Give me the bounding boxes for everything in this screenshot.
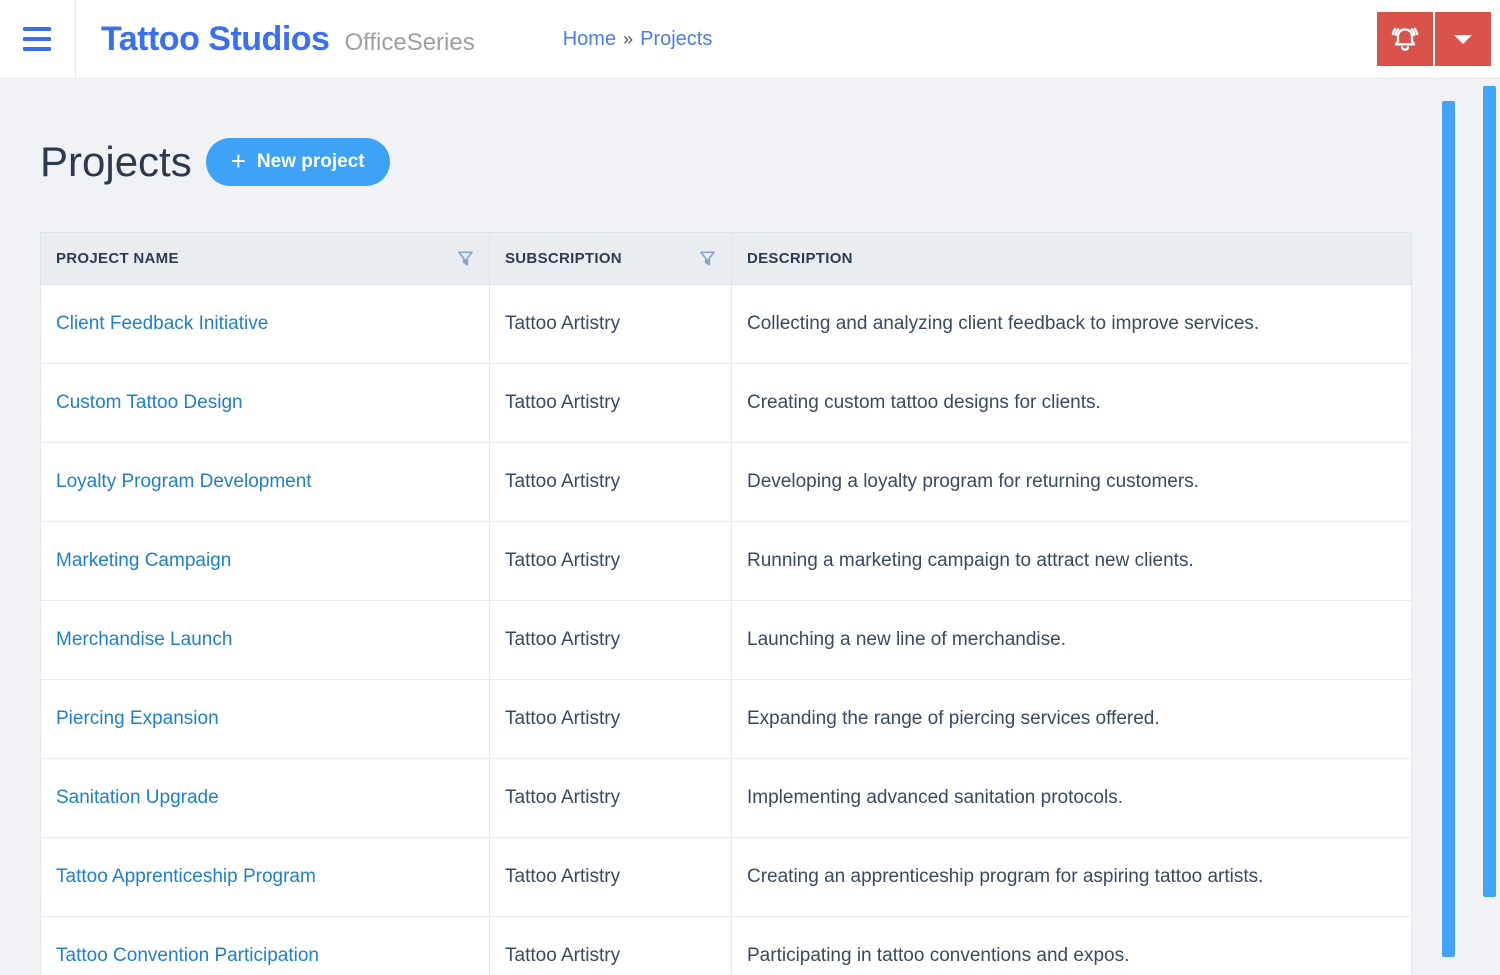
page-head: Projects + New project xyxy=(40,137,1500,186)
table-row: Client Feedback Initiative Tattoo Artist… xyxy=(40,284,1412,364)
plus-icon: + xyxy=(230,145,246,176)
subscription-cell: Tattoo Artistry xyxy=(489,442,732,522)
project-link[interactable]: Sanitation Upgrade xyxy=(56,787,219,808)
table-row: Custom Tattoo Design Tattoo Artistry Cre… xyxy=(40,363,1412,443)
projects-table: PROJECT NAME SUBSCRIPTION DESCRIPTION Cl… xyxy=(40,232,1412,975)
new-project-button[interactable]: + New project xyxy=(205,137,390,186)
project-name-cell: Piercing Expansion xyxy=(40,679,490,759)
description-value: Expanding the range of piercing services… xyxy=(747,708,1160,729)
description-value: Developing a loyalty program for returni… xyxy=(747,471,1199,492)
project-link[interactable]: Client Feedback Initiative xyxy=(56,313,268,334)
description-cell: Running a marketing campaign to attract … xyxy=(731,521,1412,601)
app-header: Tattoo Studios OfficeSeries Home » Proje… xyxy=(0,0,1500,79)
breadcrumb: Home » Projects xyxy=(563,28,713,51)
description-cell: Developing a loyalty program for returni… xyxy=(731,442,1412,522)
subscription-value: Tattoo Artistry xyxy=(505,313,621,334)
subscription-value: Tattoo Artistry xyxy=(505,866,621,887)
project-link[interactable]: Piercing Expansion xyxy=(56,708,219,729)
project-name-cell: Marketing Campaign xyxy=(40,521,490,601)
main-content: Projects + New project PROJECT NAME SUBS… xyxy=(0,137,1500,975)
table-body: Client Feedback Initiative Tattoo Artist… xyxy=(40,284,1412,975)
notifications-button[interactable] xyxy=(1377,12,1433,66)
hamburger-icon xyxy=(23,27,51,31)
project-name-cell: Tattoo Convention Participation xyxy=(40,916,490,975)
breadcrumb-separator: » xyxy=(623,28,634,49)
table-row: Tattoo Apprenticeship Program Tattoo Art… xyxy=(40,837,1412,917)
description-value: Participating in tattoo conventions and … xyxy=(747,945,1130,966)
subscription-value: Tattoo Artistry xyxy=(505,550,621,571)
description-cell: Implementing advanced sanitation protoco… xyxy=(731,758,1412,838)
project-link[interactable]: Loyalty Program Development xyxy=(56,471,312,492)
subscription-value: Tattoo Artistry xyxy=(505,787,621,808)
breadcrumb-home-link[interactable]: Home xyxy=(563,28,616,51)
subscription-cell: Tattoo Artistry xyxy=(489,758,732,838)
project-link[interactable]: Tattoo Apprenticeship Program xyxy=(56,866,316,887)
column-header-description: DESCRIPTION xyxy=(731,232,1412,285)
subscription-cell: Tattoo Artistry xyxy=(489,363,732,443)
breadcrumb-current-link[interactable]: Projects xyxy=(640,28,712,51)
description-cell: Launching a new line of merchandise. xyxy=(731,600,1412,680)
project-name-cell: Sanitation Upgrade xyxy=(40,758,490,838)
subscription-cell: Tattoo Artistry xyxy=(489,521,732,601)
project-link[interactable]: Marketing Campaign xyxy=(56,550,231,571)
project-name-cell: Custom Tattoo Design xyxy=(40,363,490,443)
subscription-value: Tattoo Artistry xyxy=(505,629,621,650)
filter-icon[interactable] xyxy=(699,250,716,267)
description-cell: Expanding the range of piercing services… xyxy=(731,679,1412,759)
suite-label: OfficeSeries xyxy=(344,28,475,56)
project-name-cell: Loyalty Program Development xyxy=(40,442,490,522)
project-name-cell: Tattoo Apprenticeship Program xyxy=(40,837,490,917)
subscription-value: Tattoo Artistry xyxy=(505,708,621,729)
content-scrollbar[interactable] xyxy=(1442,101,1455,957)
subscription-value: Tattoo Artistry xyxy=(505,392,621,413)
subscription-value: Tattoo Artistry xyxy=(505,945,621,966)
account-menu-button[interactable] xyxy=(1435,12,1491,66)
project-link[interactable]: Custom Tattoo Design xyxy=(56,392,243,413)
subscription-cell: Tattoo Artistry xyxy=(489,679,732,759)
brand-title[interactable]: Tattoo Studios xyxy=(101,20,330,59)
table-row: Sanitation Upgrade Tattoo Artistry Imple… xyxy=(40,758,1412,838)
table-row: Tattoo Convention Participation Tattoo A… xyxy=(40,916,1412,975)
column-header-subscription[interactable]: SUBSCRIPTION xyxy=(489,232,732,285)
description-value: Implementing advanced sanitation protoco… xyxy=(747,787,1124,808)
description-value: Running a marketing campaign to attract … xyxy=(747,550,1194,571)
description-cell: Collecting and analyzing client feedback… xyxy=(731,284,1412,364)
project-link[interactable]: Merchandise Launch xyxy=(56,629,232,650)
page-scrollbar[interactable] xyxy=(1483,86,1496,897)
filter-icon[interactable] xyxy=(457,250,474,267)
table-row: Loyalty Program Development Tattoo Artis… xyxy=(40,442,1412,522)
bell-icon xyxy=(1391,27,1419,51)
menu-button[interactable] xyxy=(23,23,51,55)
caret-down-icon xyxy=(1454,34,1472,44)
brand-area: Tattoo Studios OfficeSeries xyxy=(101,20,475,59)
header-divider xyxy=(75,0,76,79)
header-actions xyxy=(1377,12,1491,66)
page-title: Projects xyxy=(40,138,192,185)
description-value: Launching a new line of merchandise. xyxy=(747,629,1066,650)
column-header-project-name[interactable]: PROJECT NAME xyxy=(40,232,490,285)
subscription-cell: Tattoo Artistry xyxy=(489,284,732,364)
table-row: Merchandise Launch Tattoo Artistry Launc… xyxy=(40,600,1412,680)
table-row: Piercing Expansion Tattoo Artistry Expan… xyxy=(40,679,1412,759)
new-project-label: New project xyxy=(256,150,365,172)
subscription-cell: Tattoo Artistry xyxy=(489,837,732,917)
description-cell: Creating custom tattoo designs for clien… xyxy=(731,363,1412,443)
description-value: Collecting and analyzing client feedback… xyxy=(747,313,1260,334)
project-name-cell: Client Feedback Initiative xyxy=(40,284,490,364)
table-row: Marketing Campaign Tattoo Artistry Runni… xyxy=(40,521,1412,601)
project-link[interactable]: Tattoo Convention Participation xyxy=(56,945,319,966)
subscription-cell: Tattoo Artistry xyxy=(489,916,732,975)
project-name-cell: Merchandise Launch xyxy=(40,600,490,680)
description-value: Creating an apprenticeship program for a… xyxy=(747,866,1264,887)
description-cell: Participating in tattoo conventions and … xyxy=(731,916,1412,975)
subscription-cell: Tattoo Artistry xyxy=(489,600,732,680)
subscription-value: Tattoo Artistry xyxy=(505,471,621,492)
table-header-row: PROJECT NAME SUBSCRIPTION DESCRIPTION xyxy=(40,232,1412,285)
description-value: Creating custom tattoo designs for clien… xyxy=(747,392,1101,413)
description-cell: Creating an apprenticeship program for a… xyxy=(731,837,1412,917)
